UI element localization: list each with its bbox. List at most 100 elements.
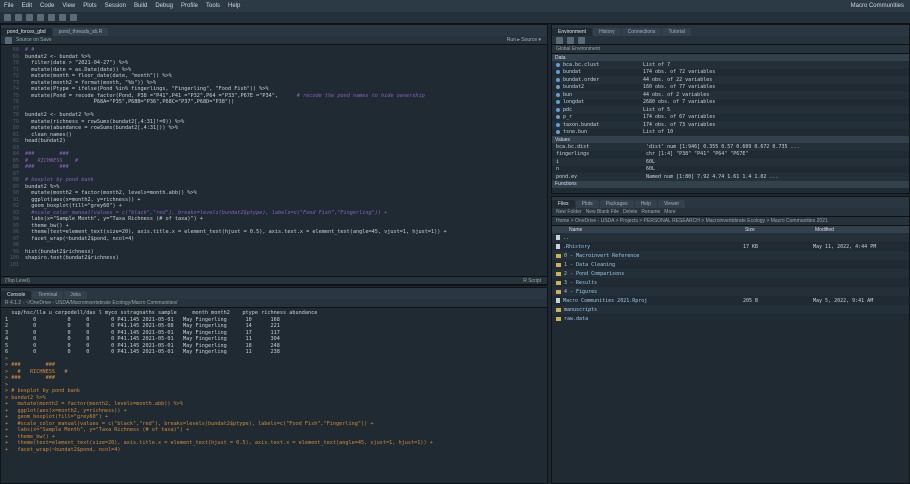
environment-data-row[interactable]: p_r 174 obs. of 67 variables [552,114,909,122]
save-icon[interactable] [26,14,33,21]
save-all-icon[interactable] [37,14,44,21]
new-file-icon[interactable] [4,14,11,21]
file-name[interactable]: manuscripts [564,307,744,313]
file-row[interactable]: 1 - Data Cleaning [552,260,909,269]
file-name[interactable]: Macro Communities 2021.Rproj [563,298,743,304]
save-icon[interactable] [5,36,12,44]
console-tab[interactable]: Jobs [64,291,87,299]
files-toolbar-button[interactable]: New Blank File [586,209,619,215]
environment-data-row[interactable]: bun 44 obs. of 2 variables [552,91,909,99]
expand-icon[interactable] [556,92,560,97]
files-tab[interactable]: Packages [599,200,634,208]
environment-tab[interactable]: Environment [552,28,593,36]
open-file-icon[interactable] [15,14,22,21]
expand-icon[interactable] [556,130,560,135]
file-type-status[interactable]: R Script [523,278,547,284]
file-name[interactable]: 4 - Figures [564,289,744,295]
environment-data-row[interactable]: pdc List of 5 [552,106,909,114]
file-name[interactable]: raw.data [564,316,744,322]
source-on-save-label[interactable]: Source on Save [16,37,52,43]
file-row[interactable]: Macro Communities 2021.Rproj 205 B May 5, … [552,296,909,305]
file-name[interactable]: 2 - Pond Comparisons [564,271,744,277]
addins-icon[interactable] [70,14,77,21]
editor-tab[interactable]: pond_forces_gbd [1,28,52,36]
menu-item-edit[interactable]: Edit [18,3,36,9]
object-value: 174 obs. of 73 variables [643,121,716,128]
menu-item-plots[interactable]: Plots [79,3,100,9]
environment-data-row[interactable]: bundat.order 44 obs. of 22 variables [552,76,909,84]
files-tab[interactable]: Help [634,200,657,208]
object-value: List of 7 [643,61,671,68]
environment-value-row[interactable]: bca.bc.dist 'dist' num [1:946] 0.355 0.57… [552,143,909,151]
file-name[interactable]: 0 - Macroinvert Reference [564,253,744,259]
file-row[interactable]: 3 - Results [552,278,909,287]
menu-item-help[interactable]: Help [224,3,244,9]
environment-tab[interactable]: History [593,28,621,36]
environment-data-row[interactable]: bca.bc.clust List of 7 [552,61,909,69]
menu-item-profile[interactable]: Profile [177,3,202,9]
file-name[interactable]: .. [563,235,743,241]
file-name[interactable]: 3 - Results [564,280,744,286]
environment-data-row[interactable]: tsne.bun List of 10 [552,129,909,137]
expand-icon[interactable] [556,107,560,112]
file-row[interactable]: 0 - Macroinvert Reference [552,251,909,260]
code-text: mutate(Ptype = ifelse(Pond %in% fingerli… [25,86,269,92]
file-row[interactable]: 4 - Figures [552,287,909,296]
code-text: # # [25,47,35,53]
environment-tab[interactable]: Tutorial [662,28,691,36]
file-row[interactable]: .. [552,233,909,242]
environment-data-row[interactable]: bundat 174 obs. of 72 variables [552,69,909,77]
files-toolbar-button[interactable]: Delete [623,209,637,215]
expand-icon[interactable] [556,62,560,67]
files-toolbar-button[interactable]: New Folder [556,209,582,215]
environment-data-row[interactable]: longdat 2680 obs. of 7 variables [552,99,909,107]
file-name[interactable]: .Rhistory [563,244,743,250]
files-toolbar-button[interactable]: More [664,209,675,215]
console-tab[interactable]: Console [1,291,32,299]
menu-item-build[interactable]: Build [130,3,151,9]
environment-data-row[interactable]: bundat2 160 obs. of 77 variables [552,84,909,92]
print-icon[interactable] [48,14,55,21]
files-toolbar-button[interactable]: Rename [641,209,660,215]
expand-icon[interactable] [556,100,560,105]
broom-icon[interactable] [578,36,585,44]
file-row[interactable]: 2 - Pond Comparisons [552,269,909,278]
scope-status[interactable]: (Top Level) [5,278,30,284]
files-tab[interactable]: Viewer [657,200,686,208]
files-tab[interactable]: Plots [575,200,599,208]
files-tab[interactable]: Files [552,200,575,208]
code-text: mutate(month2 = format(month, "%b")) %>% [25,79,157,86]
console-output[interactable]: sup/hsc/lla u cerpodell/das l myco sstra… [1,308,547,455]
expand-icon[interactable] [556,70,560,75]
menu-item-session[interactable]: Session [101,3,130,9]
load-icon[interactable] [556,36,563,44]
expand-icon[interactable] [556,77,560,82]
console-tab[interactable]: Terminal [32,291,64,299]
menu-item-view[interactable]: View [58,3,79,9]
environment-value-row[interactable]: n 60L [552,166,909,174]
code-area[interactable]: 68 # #69 bundat2 <- bundat %>% 70 filter(da… [1,45,547,275]
file-name[interactable]: 1 - Data Cleaning [564,262,744,268]
environment-value-row[interactable]: i 60L [552,158,909,166]
code-text: # boxplot by pond bank [25,177,94,183]
file-row[interactable]: manuscripts [552,305,909,314]
environment-tab[interactable]: Connections [621,28,662,36]
expand-icon[interactable] [556,115,560,120]
save-workspace-icon[interactable] [567,36,574,44]
goto-file-icon[interactable] [59,14,66,21]
expand-icon[interactable] [556,85,560,90]
menu-item-debug[interactable]: Debug [151,3,177,9]
environment-value-row[interactable]: pond.ev Named num [1:80] 7.92 4.74 1.61 1… [552,173,909,181]
editor-tab[interactable]: pond_threads_sb.R [52,28,109,36]
menu-item-code[interactable]: Code [36,3,58,9]
environment-value-row[interactable]: fingerlings chr [1:4] "P38" "P41" "P64" "… [552,151,909,159]
file-row[interactable]: .Rhistory 17 KB May 11, 2022, 4:44 PM [552,242,909,251]
expand-icon[interactable] [556,122,560,127]
file-row[interactable]: raw.data [552,314,909,323]
menu-item-tools[interactable]: Tools [202,3,224,9]
menu-item-file[interactable]: File [0,3,18,9]
project-menu[interactable]: Macro Communities [847,3,910,9]
scope-selector[interactable]: Global Environment [552,45,909,54]
files-breadcrumb[interactable]: Home > OneDrive - USDA > Projects > PERS… [552,217,909,226]
environment-data-row[interactable]: taxon.bundat 174 obs. of 73 variables [552,121,909,129]
